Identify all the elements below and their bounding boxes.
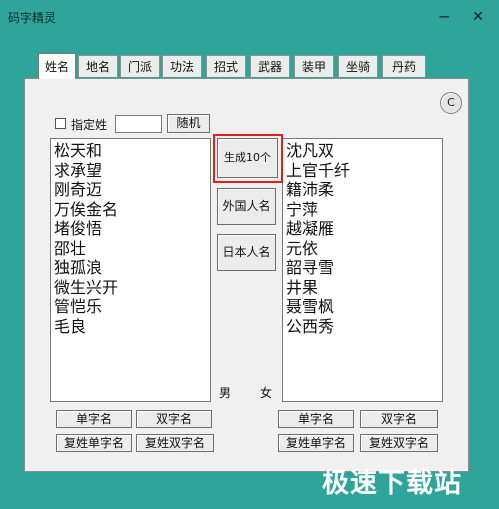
watermark-logo: 极速下载站 xyxy=(322,468,462,499)
generate-ten-button[interactable]: 生成10个 xyxy=(217,138,278,178)
title-bar: 码字精灵 ─ ✕ xyxy=(0,0,499,34)
female-name-list[interactable]: 沈凡双 上官千纤 籍沛柔 宁萍 越凝雁 元依 韶寻雪 井果 聂雪枫 公西秀 xyxy=(282,138,443,402)
female-double-button[interactable]: 双字名 xyxy=(360,410,438,428)
list-item[interactable]: 宁萍 xyxy=(286,200,442,220)
tab-skill[interactable]: 功法 xyxy=(162,55,202,77)
list-item[interactable]: 韶寻雪 xyxy=(286,258,442,278)
list-item[interactable]: 管恺乐 xyxy=(54,297,210,317)
japanese-name-button[interactable]: 日本人名 xyxy=(217,234,276,271)
list-item[interactable]: 松天和 xyxy=(54,141,210,161)
female-compound-single-button[interactable]: 复姓单字名 xyxy=(278,434,354,452)
close-button[interactable]: ✕ xyxy=(468,7,488,27)
minimize-icon: ─ xyxy=(439,8,449,26)
male-single-button[interactable]: 单字名 xyxy=(56,410,132,428)
list-item[interactable]: 刚奇迈 xyxy=(54,180,210,200)
female-compound-double-button[interactable]: 复姓双字名 xyxy=(360,434,438,452)
list-item[interactable]: 上官千纤 xyxy=(286,161,442,181)
list-item[interactable]: 求承望 xyxy=(54,161,210,181)
list-item[interactable]: 井果 xyxy=(286,278,442,298)
specify-surname-label: 指定姓 xyxy=(71,118,108,132)
tab-mount[interactable]: 坐骑 xyxy=(338,55,378,77)
list-item[interactable]: 微生兴开 xyxy=(54,278,210,298)
male-label: 男 xyxy=(219,386,232,400)
list-item[interactable]: 堵俊悟 xyxy=(54,219,210,239)
tab-name[interactable]: 姓名 xyxy=(38,53,76,79)
female-label: 女 xyxy=(260,386,273,400)
list-item[interactable]: 越凝雁 xyxy=(286,219,442,239)
tab-pill[interactable]: 丹药 xyxy=(382,55,426,77)
male-compound-single-button[interactable]: 复姓单字名 xyxy=(56,434,132,452)
male-name-list[interactable]: 松天和 求承望 刚奇迈 万俟金名 堵俊悟 邵壮 独孤浪 微生兴开 管恺乐 毛良 xyxy=(50,138,211,402)
foreign-name-button[interactable]: 外国人名 xyxy=(217,188,276,225)
list-item[interactable]: 公西秀 xyxy=(286,317,442,337)
list-item[interactable]: 元依 xyxy=(286,239,442,259)
app-title: 码字精灵 xyxy=(8,11,57,25)
list-item[interactable]: 独孤浪 xyxy=(54,258,210,278)
c-button[interactable]: C xyxy=(440,92,462,114)
surname-input[interactable] xyxy=(115,115,162,133)
specify-surname-checkbox[interactable] xyxy=(55,118,66,129)
male-compound-double-button[interactable]: 复姓双字名 xyxy=(136,434,214,452)
list-item[interactable]: 万俟金名 xyxy=(54,200,210,220)
tab-sect[interactable]: 门派 xyxy=(120,55,160,77)
close-icon: ✕ xyxy=(472,9,484,25)
list-item[interactable]: 沈凡双 xyxy=(286,141,442,161)
list-item[interactable]: 毛良 xyxy=(54,317,210,337)
female-single-button[interactable]: 单字名 xyxy=(278,410,354,428)
minimize-button[interactable]: ─ xyxy=(434,7,454,27)
list-item[interactable]: 籍沛柔 xyxy=(286,180,442,200)
list-item[interactable]: 聂雪枫 xyxy=(286,297,442,317)
random-button[interactable]: 随机 xyxy=(167,114,210,133)
list-item[interactable]: 邵壮 xyxy=(54,239,210,259)
tab-armor[interactable]: 装甲 xyxy=(294,55,334,77)
tab-weapon[interactable]: 武器 xyxy=(250,55,290,77)
male-double-button[interactable]: 双字名 xyxy=(136,410,212,428)
tab-move[interactable]: 招式 xyxy=(206,55,246,77)
tab-place[interactable]: 地名 xyxy=(78,55,118,77)
